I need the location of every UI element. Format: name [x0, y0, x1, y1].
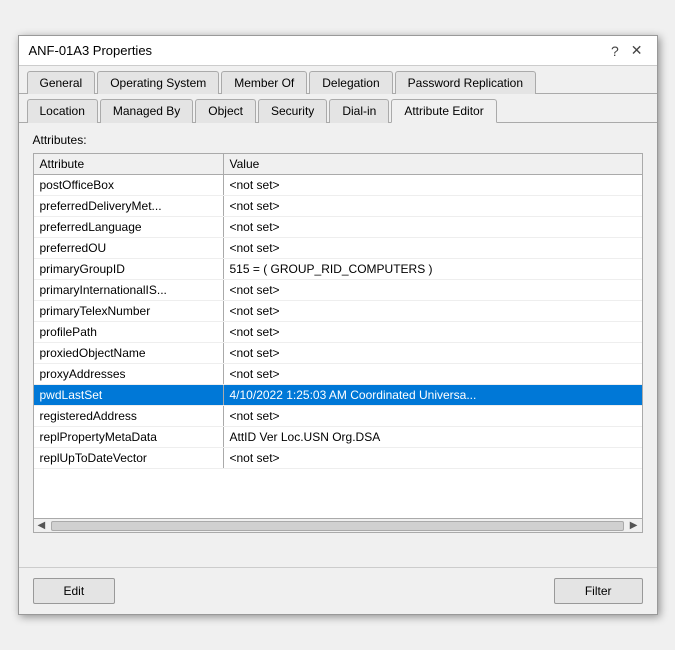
col-header-attribute: Attribute [34, 154, 224, 174]
content-area: Attributes: Attribute Value postOfficeBo… [19, 123, 657, 567]
table-row[interactable]: primaryGroupID515 = ( GROUP_RID_COMPUTER… [34, 259, 642, 280]
value-cell: 515 = ( GROUP_RID_COMPUTERS ) [224, 259, 642, 279]
tab-attribute-editor[interactable]: Attribute Editor [391, 99, 496, 123]
attributes-label: Attributes: [33, 133, 643, 147]
table-row[interactable]: proxyAddresses<not set> [34, 364, 642, 385]
close-icon[interactable]: ✕ [627, 42, 647, 59]
tab-password-replication[interactable]: Password Replication [395, 71, 536, 94]
value-cell: <not set> [224, 175, 642, 195]
tab-dial-in[interactable]: Dial-in [329, 99, 389, 123]
attr-cell: proxyAddresses [34, 364, 224, 384]
table-row[interactable]: profilePath<not set> [34, 322, 642, 343]
tab-general[interactable]: General [27, 71, 96, 94]
table-row[interactable]: postOfficeBox<not set> [34, 175, 642, 196]
table-body[interactable]: postOfficeBox<not set>preferredDeliveryM… [34, 175, 642, 518]
attr-cell: postOfficeBox [34, 175, 224, 195]
value-cell: <not set> [224, 301, 642, 321]
horizontal-scrollbar[interactable]: ◀ ▶ [34, 518, 642, 532]
attr-cell: primaryTelexNumber [34, 301, 224, 321]
table-row[interactable]: preferredLanguage<not set> [34, 217, 642, 238]
attr-cell: preferredOU [34, 238, 224, 258]
help-icon[interactable]: ? [607, 43, 623, 59]
tab-member-of[interactable]: Member Of [221, 71, 307, 94]
table-row[interactable]: primaryTelexNumber<not set> [34, 301, 642, 322]
table-row[interactable]: preferredOU<not set> [34, 238, 642, 259]
value-cell: <not set> [224, 322, 642, 342]
footer: Edit Filter [19, 567, 657, 614]
value-cell: <not set> [224, 238, 642, 258]
table-row[interactable]: replPropertyMetaDataAttID Ver Loc.USN Or… [34, 427, 642, 448]
attr-cell: replUpToDateVector [34, 448, 224, 468]
tab-location[interactable]: Location [27, 99, 98, 123]
value-cell: <not set> [224, 196, 642, 216]
table-header: Attribute Value [34, 154, 642, 175]
table-row[interactable]: registeredAddress<not set> [34, 406, 642, 427]
table-row[interactable]: replUpToDateVector<not set> [34, 448, 642, 469]
scroll-left-icon[interactable]: ◀ [34, 520, 50, 531]
scroll-right-icon[interactable]: ▶ [626, 520, 642, 531]
attr-cell: replPropertyMetaData [34, 427, 224, 447]
edit-button[interactable]: Edit [33, 578, 116, 604]
title-bar-controls: ? ✕ [607, 42, 647, 59]
value-cell: 4/10/2022 1:25:03 AM Coordinated Univers… [224, 385, 642, 405]
col-header-value: Value [224, 154, 642, 174]
attr-cell: preferredLanguage [34, 217, 224, 237]
title-bar: ANF-01A3 Properties ? ✕ [19, 36, 657, 66]
attr-cell: primaryInternationalIS... [34, 280, 224, 300]
value-cell: AttID Ver Loc.USN Org.DSA [224, 427, 642, 447]
tabs-row1: General Operating System Member Of Deleg… [19, 66, 657, 94]
value-cell: <not set> [224, 217, 642, 237]
attr-cell: proxiedObjectName [34, 343, 224, 363]
value-cell: <not set> [224, 406, 642, 426]
filter-button[interactable]: Filter [554, 578, 643, 604]
tabs-row2: Location Managed By Object Security Dial… [19, 94, 657, 123]
attr-cell: primaryGroupID [34, 259, 224, 279]
table-row[interactable]: proxiedObjectName<not set> [34, 343, 642, 364]
value-cell: <not set> [224, 280, 642, 300]
table-row[interactable]: preferredDeliveryMet...<not set> [34, 196, 642, 217]
attr-cell: registeredAddress [34, 406, 224, 426]
dialog-title: ANF-01A3 Properties [29, 43, 153, 58]
tab-operating-system[interactable]: Operating System [97, 71, 219, 94]
attr-cell: profilePath [34, 322, 224, 342]
table-row[interactable]: primaryInternationalIS...<not set> [34, 280, 642, 301]
tab-managed-by[interactable]: Managed By [100, 99, 193, 123]
h-scroll-thumb[interactable] [51, 521, 624, 531]
value-cell: <not set> [224, 343, 642, 363]
tab-object[interactable]: Object [195, 99, 256, 123]
table-row[interactable]: pwdLastSet4/10/2022 1:25:03 AM Coordinat… [34, 385, 642, 406]
value-cell: <not set> [224, 448, 642, 468]
value-cell: <not set> [224, 364, 642, 384]
attributes-table: Attribute Value postOfficeBox<not set>pr… [33, 153, 643, 533]
tab-security[interactable]: Security [258, 99, 327, 123]
tab-delegation[interactable]: Delegation [309, 71, 392, 94]
attr-cell: preferredDeliveryMet... [34, 196, 224, 216]
properties-dialog: ANF-01A3 Properties ? ✕ General Operatin… [18, 35, 658, 615]
attr-cell: pwdLastSet [34, 385, 224, 405]
